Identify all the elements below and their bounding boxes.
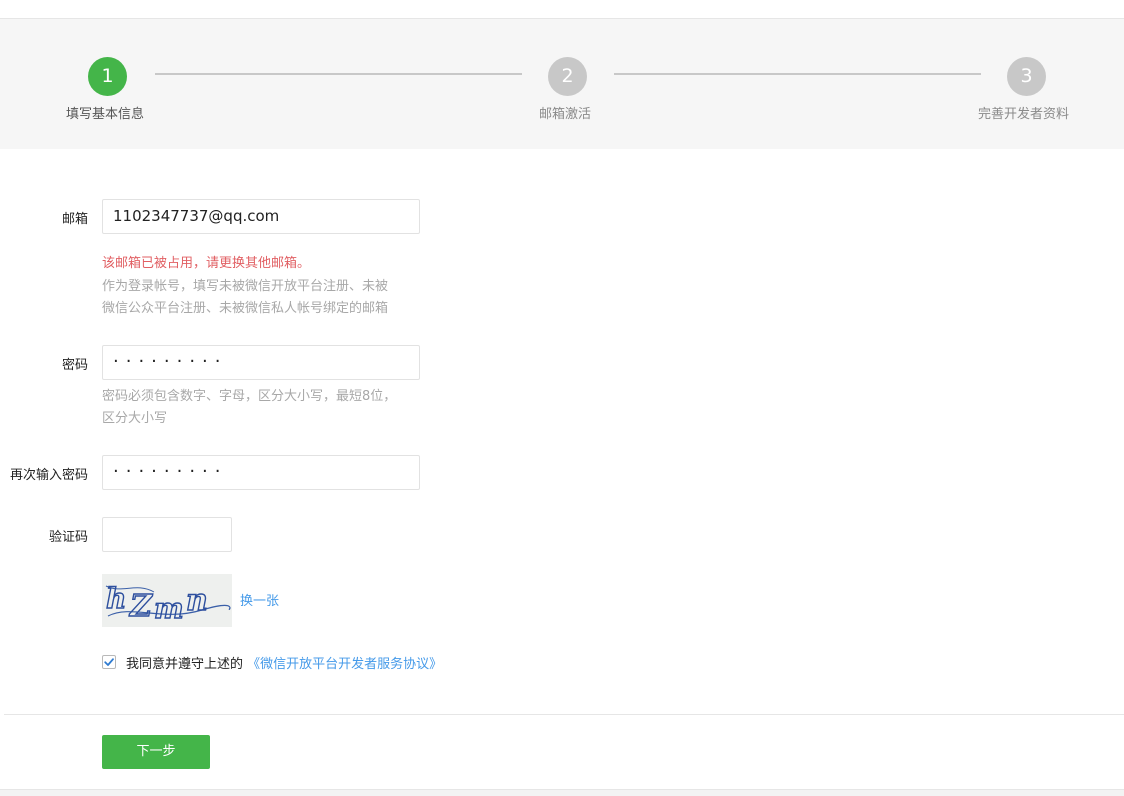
step-2-indicator: 2: [548, 57, 587, 96]
captcha-graphic: h Z m n: [105, 581, 231, 626]
step-connector-1-2: [155, 73, 522, 75]
captcha-input[interactable]: [102, 517, 232, 552]
next-step-button[interactable]: 下一步: [102, 735, 210, 769]
form-footer-divider: [4, 714, 1124, 715]
email-label: 邮箱: [61, 212, 88, 227]
password-hint: 密码必须包含数字、字母，区分大小写，最短8位， 区分大小写: [102, 386, 422, 430]
captcha-image[interactable]: h Z m n: [102, 574, 232, 627]
agreement-link[interactable]: 《微信开放平台开发者服务协议》: [247, 657, 442, 672]
password-hint-line-1: 密码必须包含数字、字母，区分大小写，最短8位，: [102, 389, 397, 404]
checkmark-icon: [104, 658, 114, 666]
step-1-label: 填写基本信息: [66, 107, 145, 122]
agreement-text: 我同意并遵守上述的: [126, 657, 244, 672]
confirm-password-label: 再次输入密码: [9, 468, 88, 483]
progress-stepper: 1 2 3 填写基本信息 邮箱激活 完善开发者资料: [0, 19, 1124, 149]
email-hint: 作为登录帐号，填写未被微信开放平台注册、未被 微信公众平台注册、未被微信私人帐号…: [102, 276, 422, 320]
agreement-checkbox[interactable]: [102, 655, 116, 669]
password-hint-line-2: 区分大小写: [102, 411, 168, 426]
step-3-indicator: 3: [1007, 57, 1046, 96]
captcha-refresh-link[interactable]: 换一张: [240, 590, 279, 609]
svg-text:Z: Z: [129, 589, 153, 624]
svg-text:h: h: [106, 582, 126, 615]
step-1-indicator: 1: [88, 57, 127, 96]
captcha-label: 验证码: [48, 530, 88, 545]
svg-text:m: m: [154, 592, 184, 625]
page-footer-strip: [0, 789, 1124, 796]
email-field[interactable]: 1102347737@qq.com: [102, 199, 420, 234]
svg-text:n: n: [186, 583, 208, 618]
email-hint-line-1: 作为登录帐号，填写未被微信开放平台注册、未被: [102, 279, 389, 294]
agreement-row: 我同意并遵守上述的 《微信开放平台开发者服务协议》: [126, 653, 442, 672]
confirm-password-field[interactable]: ·········: [102, 455, 420, 490]
step-2-label: 邮箱激活: [539, 107, 592, 122]
password-label: 密码: [61, 358, 88, 373]
step-connector-2-3: [614, 73, 981, 75]
password-field[interactable]: ·········: [102, 345, 420, 380]
step-3-label: 完善开发者资料: [978, 107, 1070, 122]
email-hint-line-2: 微信公众平台注册、未被微信私人帐号绑定的邮箱: [102, 301, 389, 316]
email-error-message: 该邮箱已被占用，请更换其他邮箱。: [102, 256, 311, 271]
